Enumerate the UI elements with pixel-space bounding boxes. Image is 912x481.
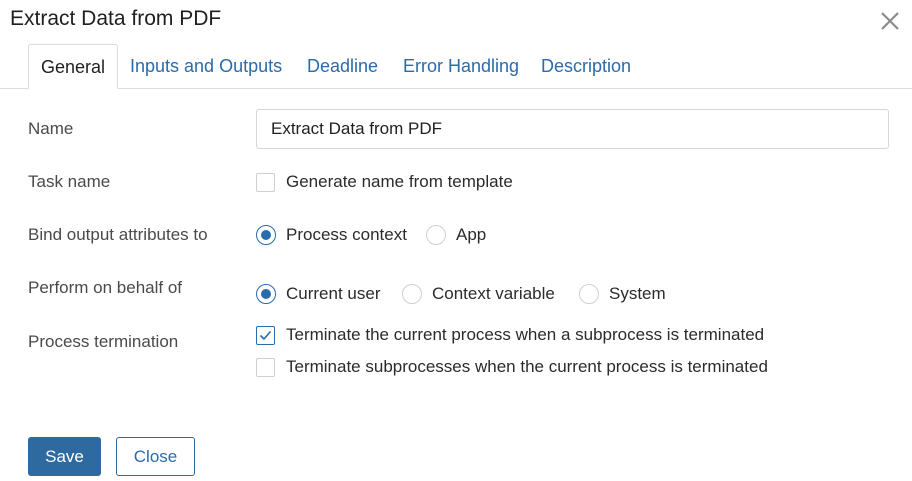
- radio-current-user-label: Current user: [286, 284, 381, 303]
- generate-name-checkbox-label: Generate name from template: [286, 172, 513, 191]
- terminate-subprocesses-label: Terminate subprocesses when the current …: [286, 357, 768, 376]
- radio-context-variable-label: Context variable: [432, 284, 555, 303]
- terminate-current-process-label: Terminate the current process when a sub…: [286, 325, 765, 344]
- terminate-subprocesses-checkbox[interactable]: [256, 357, 275, 377]
- tab-inputs-and-outputs[interactable]: Inputs and Outputs: [130, 44, 282, 89]
- close-button[interactable]: Close: [116, 437, 195, 476]
- task-name-label: Task name: [28, 172, 111, 191]
- dialog-title: Extract Data from PDF: [10, 7, 222, 30]
- radio-context-variable[interactable]: [402, 284, 422, 304]
- radio-app-label: App: [456, 225, 487, 244]
- tab-general[interactable]: General: [28, 44, 119, 89]
- radio-option-app[interactable]: App: [426, 223, 486, 247]
- radio-system-label: System: [609, 284, 666, 303]
- radio-current-user[interactable]: [256, 284, 276, 304]
- perform-on-behalf-label: Perform on behalf of: [28, 278, 183, 297]
- tab-description[interactable]: Description: [541, 44, 631, 89]
- checkmark-icon: [259, 330, 272, 340]
- terminate-current-process-checkbox[interactable]: [256, 325, 275, 345]
- radio-option-current-user[interactable]: Current user: [256, 282, 380, 306]
- bind-output-label: Bind output attributes to: [28, 225, 208, 244]
- tab-deadline[interactable]: Deadline: [307, 44, 378, 89]
- terminate-current-process-option[interactable]: Terminate the current process when a sub…: [256, 323, 764, 347]
- radio-system[interactable]: [579, 284, 599, 304]
- radio-selected-dot: [261, 289, 271, 299]
- tab-error-handling[interactable]: Error Handling: [403, 44, 519, 89]
- tab-bar: General Inputs and Outputs Deadline Erro…: [0, 44, 912, 89]
- process-termination-label: Process termination: [28, 332, 179, 351]
- generate-name-checkbox-option[interactable]: Generate name from template: [256, 170, 513, 194]
- name-label: Name: [28, 119, 74, 138]
- terminate-subprocesses-option[interactable]: Terminate subprocesses when the current …: [256, 355, 768, 379]
- radio-app[interactable]: [426, 225, 446, 245]
- radio-selected-dot: [261, 230, 271, 240]
- radio-option-process-context[interactable]: Process context: [256, 223, 407, 247]
- close-icon[interactable]: [878, 9, 902, 33]
- radio-process-context-label: Process context: [286, 225, 407, 244]
- save-button[interactable]: Save: [28, 437, 101, 476]
- radio-process-context[interactable]: [256, 225, 276, 245]
- generate-name-checkbox[interactable]: [256, 172, 275, 192]
- radio-option-context-variable[interactable]: Context variable: [402, 282, 555, 306]
- radio-option-system[interactable]: System: [579, 282, 666, 306]
- name-input[interactable]: [256, 109, 889, 149]
